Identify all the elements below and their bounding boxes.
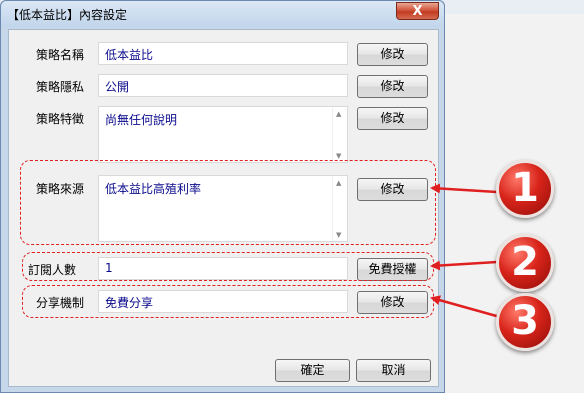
callout-arrow-3	[430, 295, 501, 319]
callout-arrow-2	[430, 260, 498, 271]
callout-badge-1: 1	[496, 160, 554, 218]
callout-badge-3: 3	[496, 293, 554, 351]
callout-badge-2: 2	[496, 234, 554, 292]
callout-arrow-1	[430, 183, 498, 194]
